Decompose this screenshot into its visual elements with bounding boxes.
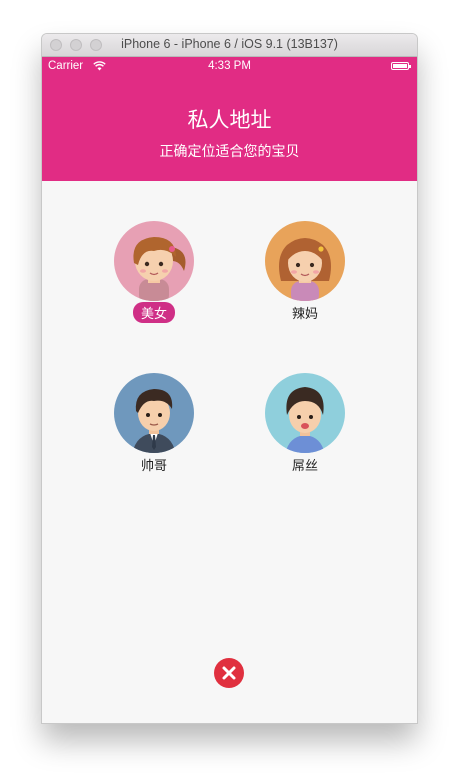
header: Carrier 4:33 PM 私人地址 正确定位适合您的宝贝 — [42, 57, 417, 181]
close-button[interactable] — [214, 658, 244, 688]
avatar-label-shuaige[interactable]: 帅哥 — [114, 455, 194, 474]
page-title: 私人地址 — [187, 108, 272, 132]
battery-icon — [391, 62, 411, 70]
woman-ponytail-avatar-icon[interactable] — [114, 221, 194, 301]
avatar-label-text: 美女 — [132, 302, 175, 323]
close-icon — [222, 666, 236, 680]
man-suit-avatar-icon[interactable] — [114, 373, 194, 453]
boy-casual-avatar-icon[interactable] — [265, 373, 345, 453]
window-title: iPhone 6 - iPhone 6 / iOS 9.1 (13B137) — [121, 37, 338, 51]
page-subtitle: 正确定位适合您的宝贝 — [159, 144, 300, 160]
status-bar: Carrier 4:33 PM — [42, 57, 417, 77]
avatar-label-lama[interactable]: 辣妈 — [265, 303, 345, 322]
window-titlebar: iPhone 6 - iPhone 6 / iOS 9.1 (13B137) — [42, 34, 417, 57]
simulator-window: iPhone 6 - iPhone 6 / iOS 9.1 (13B137) C… — [42, 34, 417, 723]
woman-curly-hair-avatar-icon[interactable] — [265, 221, 345, 301]
avatar-label-diaosi[interactable]: 屌丝 — [265, 455, 345, 474]
avatar-label-meinu[interactable]: 美女 — [114, 302, 194, 323]
status-time: 4:33 PM — [208, 60, 251, 72]
